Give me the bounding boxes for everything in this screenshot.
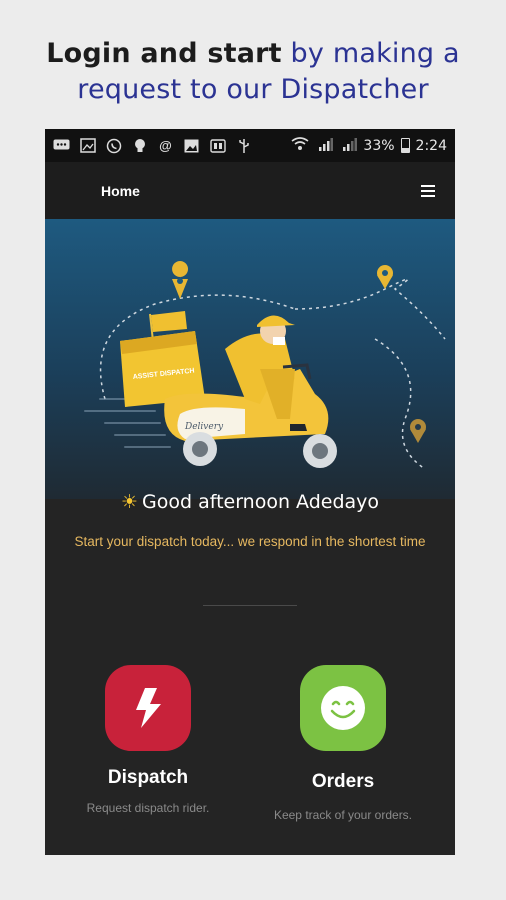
hamburger-menu-icon[interactable]	[421, 184, 435, 197]
usb-icon	[235, 138, 252, 153]
location-pin-icon	[172, 261, 189, 299]
hero-illustration: ASSIST DISPATCH Delivery	[45, 219, 455, 499]
greeting-subtitle: Start your dispatch today... we respond …	[74, 534, 426, 549]
dispatch-title[interactable]: Dispatch	[68, 767, 228, 789]
orders-desc: Keep track of your orders.	[273, 808, 413, 822]
dispatch-desc: Request dispatch rider.	[86, 801, 210, 815]
location-pin-icon	[410, 419, 426, 443]
sun-icon: ☀	[120, 491, 138, 513]
clock: 2:24	[415, 137, 447, 154]
signal-2-icon	[339, 137, 358, 155]
chat-icon	[53, 138, 70, 153]
phone-screen: @ 33% 2:24 Home ASSIST DISPATCH Delivery…	[45, 129, 455, 855]
at-icon: @	[159, 138, 172, 153]
orders-button[interactable]	[300, 665, 386, 751]
greeting: ☀ Good afternoon Adedayo	[45, 491, 455, 513]
lightning-bolt-icon	[136, 688, 161, 728]
whatsapp-icon	[105, 138, 122, 153]
promo-headline: Login and start by making a request to o…	[0, 36, 506, 108]
smiley-icon	[321, 686, 365, 730]
status-bar: @ 33% 2:24	[45, 129, 455, 162]
headline-bold: Login and start	[46, 38, 282, 69]
image-icon	[79, 138, 96, 153]
divider	[203, 605, 297, 606]
dispatch-button[interactable]	[105, 665, 191, 751]
gallery-icon	[183, 138, 200, 153]
scooter-label: Delivery	[184, 422, 224, 432]
dispatch-card[interactable]: Dispatch Request dispatch rider.	[68, 665, 228, 815]
wifi-icon	[291, 136, 309, 155]
signal-1-icon	[315, 137, 334, 155]
orders-card[interactable]: Orders Keep track of your orders.	[263, 665, 423, 822]
app-bar: Home	[45, 162, 455, 219]
greeting-text: Good afternoon Adedayo	[142, 491, 380, 513]
battery-icon	[400, 138, 410, 153]
page-title: Home	[101, 182, 140, 199]
battery-percent: 33%	[363, 137, 395, 154]
bulb-icon	[131, 138, 148, 153]
sim-icon	[209, 138, 226, 153]
orders-title[interactable]: Orders	[263, 771, 423, 793]
